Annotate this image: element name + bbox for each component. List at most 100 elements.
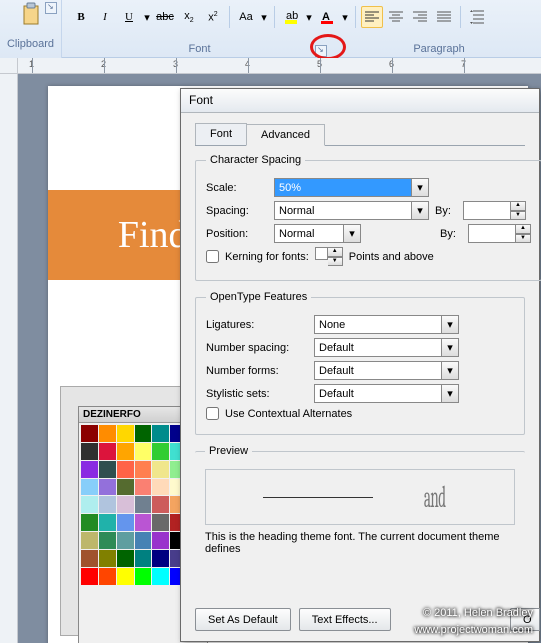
stylistic-input[interactable]: [314, 384, 442, 403]
set-default-button[interactable]: Set As Default: [195, 608, 291, 631]
spin-down-icon[interactable]: ▼: [511, 211, 526, 221]
chevron-down-icon[interactable]: ▾: [344, 224, 361, 243]
line-spacing-button[interactable]: [466, 6, 488, 28]
swatch[interactable]: [152, 425, 169, 442]
align-center-button[interactable]: [385, 6, 407, 28]
superscript-button[interactable]: x2: [202, 6, 224, 28]
tab-font[interactable]: Font: [195, 123, 247, 145]
swatch[interactable]: [117, 443, 134, 460]
numspacing-input[interactable]: [314, 338, 442, 357]
swatch[interactable]: [117, 568, 134, 585]
position-by-input[interactable]: [468, 224, 516, 243]
swatch[interactable]: [81, 425, 98, 442]
swatch[interactable]: [99, 461, 116, 478]
scale-chevron-icon[interactable]: ▾: [412, 178, 429, 197]
swatch[interactable]: [99, 532, 116, 549]
chevron-down-icon[interactable]: ▾: [442, 361, 459, 380]
spin-down-icon[interactable]: ▼: [328, 257, 343, 267]
swatch[interactable]: [117, 514, 134, 531]
ok-button[interactable]: O: [510, 608, 540, 631]
swatch[interactable]: [135, 532, 152, 549]
swatch[interactable]: [135, 479, 152, 496]
text-effects-button[interactable]: Text Effects...: [299, 608, 391, 631]
swatch[interactable]: [99, 425, 116, 442]
spin-up-icon[interactable]: ▲: [511, 201, 526, 211]
font-launcher[interactable]: [315, 45, 327, 57]
swatch[interactable]: [81, 532, 98, 549]
swatch[interactable]: [117, 550, 134, 567]
swatch[interactable]: [152, 532, 169, 549]
italic-button[interactable]: I: [94, 6, 116, 28]
chevron-down-icon[interactable]: ▾: [442, 315, 459, 334]
ligatures-input[interactable]: [314, 315, 442, 334]
numspacing-combo[interactable]: ▾: [314, 338, 459, 357]
change-case-button[interactable]: Aa: [235, 6, 257, 28]
bold-button[interactable]: B: [70, 6, 92, 28]
swatch[interactable]: [99, 550, 116, 567]
swatch[interactable]: [81, 514, 98, 531]
justify-button[interactable]: [433, 6, 455, 28]
spacing-by-spinner[interactable]: ▲▼: [463, 201, 526, 220]
numforms-input[interactable]: [314, 361, 442, 380]
strike-button[interactable]: abc: [154, 6, 176, 28]
swatch[interactable]: [99, 443, 116, 460]
spin-up-icon[interactable]: ▲: [328, 247, 343, 257]
swatch[interactable]: [117, 479, 134, 496]
horizontal-ruler[interactable]: 1234567: [18, 58, 541, 74]
tab-advanced[interactable]: Advanced: [246, 124, 325, 146]
swatch[interactable]: [135, 568, 152, 585]
swatch[interactable]: [152, 479, 169, 496]
swatch[interactable]: [135, 461, 152, 478]
swatch[interactable]: [152, 496, 169, 513]
swatch[interactable]: [135, 514, 152, 531]
swatch[interactable]: [135, 496, 152, 513]
swatch[interactable]: [135, 443, 152, 460]
contextual-checkbox[interactable]: [206, 407, 219, 420]
stylistic-combo[interactable]: ▾: [314, 384, 459, 403]
spacing-combo[interactable]: ▾: [274, 201, 429, 220]
position-input[interactable]: [274, 224, 344, 243]
spacing-input[interactable]: [274, 201, 412, 220]
chevron-down-icon[interactable]: ▾: [442, 384, 459, 403]
swatch[interactable]: [135, 550, 152, 567]
numforms-combo[interactable]: ▾: [314, 361, 459, 380]
swatch[interactable]: [81, 568, 98, 585]
swatch[interactable]: [152, 443, 169, 460]
swatch[interactable]: [81, 461, 98, 478]
position-combo[interactable]: ▾: [274, 224, 361, 243]
swatch[interactable]: [135, 425, 152, 442]
swatch[interactable]: [152, 550, 169, 567]
swatch[interactable]: [152, 568, 169, 585]
swatch[interactable]: [117, 532, 134, 549]
swatch[interactable]: [99, 496, 116, 513]
underline-button[interactable]: U: [118, 6, 140, 28]
underline-menu[interactable]: ▾: [142, 6, 152, 28]
swatch[interactable]: [117, 425, 134, 442]
spin-up-icon[interactable]: ▲: [516, 224, 531, 234]
subscript-button[interactable]: x2: [178, 6, 200, 28]
kerning-checkbox[interactable]: [206, 250, 219, 263]
change-case-menu[interactable]: ▾: [259, 6, 269, 28]
kerning-input[interactable]: [315, 247, 328, 260]
spin-down-icon[interactable]: ▼: [516, 234, 531, 244]
position-by-spinner[interactable]: ▲▼: [468, 224, 531, 243]
clipboard-launcher[interactable]: [45, 2, 57, 14]
swatch[interactable]: [117, 461, 134, 478]
scale-input[interactable]: [274, 178, 412, 197]
vertical-ruler[interactable]: [0, 74, 18, 643]
swatch[interactable]: [81, 443, 98, 460]
align-left-button[interactable]: [361, 6, 383, 28]
swatch[interactable]: [81, 550, 98, 567]
kerning-spinner[interactable]: ▲▼: [315, 247, 343, 266]
spacing-by-input[interactable]: [463, 201, 511, 220]
scale-combo[interactable]: ▾: [274, 178, 429, 197]
swatch[interactable]: [99, 479, 116, 496]
chevron-down-icon[interactable]: ▾: [442, 338, 459, 357]
swatch[interactable]: [99, 514, 116, 531]
swatch[interactable]: [81, 479, 98, 496]
swatch[interactable]: [117, 496, 134, 513]
font-color-button[interactable]: A: [316, 6, 338, 28]
highlight-button[interactable]: ab: [280, 6, 302, 28]
swatch[interactable]: [152, 514, 169, 531]
ligatures-combo[interactable]: ▾: [314, 315, 459, 334]
